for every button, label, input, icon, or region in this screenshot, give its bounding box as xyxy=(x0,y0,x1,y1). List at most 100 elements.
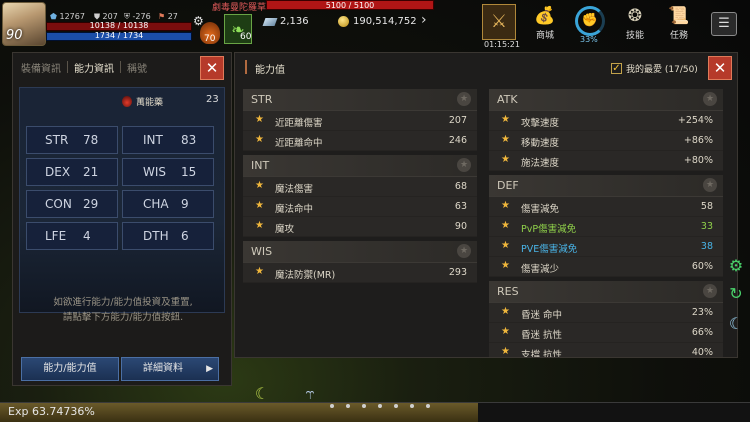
ap-stat: ⬟ 12767 xyxy=(50,12,85,21)
page-dot[interactable] xyxy=(346,404,350,408)
ability-value: +80% xyxy=(683,155,713,166)
elixir-count: 23 xyxy=(206,94,219,105)
section-header: RES ★ xyxy=(489,281,723,303)
stat-str: STR 78 xyxy=(26,126,118,154)
favorite-star-icon[interactable]: ★ xyxy=(501,220,510,231)
title-accent xyxy=(245,60,247,74)
page-dot[interactable] xyxy=(362,404,366,408)
ability-row: ★ PVE傷害減免 38 xyxy=(489,237,723,257)
ability-label: 傷害減免 xyxy=(521,204,560,215)
right-column: ATK ★ ★ 攻擊速度 +254% ★ 移動速度 +86% ★ 施法速度 +80% DEF ★ ★ 傷害減… xyxy=(489,89,723,357)
boss-hp-bar: 5100 / 5100 xyxy=(266,0,434,10)
section-title: ATK xyxy=(497,93,518,106)
favorite-star-icon[interactable]: ★ xyxy=(501,306,510,317)
page-dot[interactable] xyxy=(378,404,382,408)
favorite-star-icon[interactable]: ★ xyxy=(255,134,264,145)
coin-icon xyxy=(338,16,349,27)
favorites-toggle[interactable]: ✓ 我的最愛 (17/50) xyxy=(611,62,698,75)
ability-value: 246 xyxy=(448,135,467,146)
ability-value: 90 xyxy=(454,221,467,232)
favorite-star-icon[interactable]: ★ xyxy=(501,240,510,251)
favorite-star-icon[interactable]: ★ xyxy=(255,266,264,277)
crystal-icon xyxy=(262,17,278,26)
stat-lfe: LFE 4 xyxy=(26,222,118,250)
settings-side-icon[interactable]: ⚙ xyxy=(724,256,748,280)
section-header: STR ★ xyxy=(243,89,477,111)
shop-button[interactable]: 💰 商城 xyxy=(528,6,562,41)
ability-value: 293 xyxy=(448,267,467,278)
tab-ability[interactable]: 能力資訊 xyxy=(74,60,114,75)
page-dot[interactable] xyxy=(410,404,414,408)
ability-label: 移動速度 xyxy=(521,138,560,149)
ability-value: 33 xyxy=(700,221,713,232)
character-info-panel: 裝備資訊 能力資訊 稱號 ✕ 萬能藥 23 STR 78 INT 83 DEX 21 … xyxy=(12,52,232,386)
favorite-star-icon[interactable]: ★ xyxy=(501,346,510,357)
chevron-right-icon[interactable]: › xyxy=(421,12,427,28)
favorite-star-icon[interactable]: ★ xyxy=(501,260,510,271)
crystal-currency: 2,136 xyxy=(262,16,309,27)
stat-wis: WIS 15 xyxy=(122,158,214,186)
section-def: DEF ★ ★ 傷害減免 58 ★ PvP傷害減免 33 ★ PVE傷害減免 38 ★ 傷害減少 60% xyxy=(489,175,723,277)
loop-side-icon[interactable]: ↻ xyxy=(724,284,748,308)
buff-count: 60 xyxy=(240,32,252,42)
ability-row: ★ 施法速度 +80% xyxy=(489,151,723,171)
favorite-star-icon[interactable]: ★ xyxy=(501,200,510,211)
tab-title[interactable]: 稱號 xyxy=(127,60,147,75)
ability-row: ★ 近距離命中 246 xyxy=(243,131,477,151)
quest-button[interactable]: 📜 任務 xyxy=(662,6,696,41)
ability-label: 魔法命中 xyxy=(275,204,314,215)
page-dot[interactable] xyxy=(330,404,334,408)
favorite-star-icon[interactable]: ★ xyxy=(255,180,264,191)
ability-label: 昏迷 抗性 xyxy=(521,330,563,341)
tab-equipment[interactable]: 裝備資訊 xyxy=(21,60,61,75)
tab-divider xyxy=(120,61,121,73)
swirl-icon: ❂ xyxy=(627,6,643,26)
close-right-panel-button[interactable]: ✕ xyxy=(708,56,732,80)
left-column: STR ★ ★ 近距離傷害 207 ★ 近距離命中 246 INT ★ ★ 魔法傷害 68 ★ 魔法命中 63… xyxy=(243,89,477,287)
favorite-star-icon[interactable]: ★ xyxy=(255,200,264,211)
favorite-star-icon[interactable]: ★ xyxy=(501,114,510,125)
section-title: DEF xyxy=(497,179,519,192)
skills-button[interactable]: ❂ 技能 xyxy=(618,6,652,41)
star-toggle-icon[interactable]: ★ xyxy=(703,92,717,106)
section-str: STR ★ ★ 近距離傷害 207 ★ 近距離命中 246 xyxy=(243,89,477,151)
character-level: 90 xyxy=(6,28,23,43)
ability-button[interactable]: 能力/能力值 xyxy=(21,357,119,381)
moon-side-icon[interactable]: ☾ xyxy=(724,314,748,338)
ability-label: 傷害減少 xyxy=(521,264,560,275)
star-toggle-icon[interactable]: ★ xyxy=(457,244,471,258)
ability-row: ★ 昏迷 命中 23% xyxy=(489,303,723,323)
ability-row: ★ 傷害減少 60% xyxy=(489,257,723,277)
stat-cha: CHA 9 xyxy=(122,190,214,218)
star-toggle-icon[interactable]: ★ xyxy=(457,92,471,106)
ability-label: 近距離命中 xyxy=(275,138,323,149)
section-header: ATK ★ xyxy=(489,89,723,111)
page-dots xyxy=(330,404,430,408)
crossed-swords-icon[interactable]: ⚔ xyxy=(482,4,516,40)
elixir-icon xyxy=(122,96,132,107)
stats-box: 萬能藥 23 STR 78 INT 83 DEX 21 WIS 15 CON 29 CHA… xyxy=(19,87,225,313)
page-dot[interactable] xyxy=(426,404,430,408)
ability-value: 63 xyxy=(454,201,467,212)
page-dot[interactable] xyxy=(394,404,398,408)
favorite-star-icon[interactable]: ★ xyxy=(501,154,510,165)
gold-currency: 190,514,752 xyxy=(338,16,417,27)
event-timer: 01:15:21 xyxy=(484,40,520,49)
ability-label: 昏迷 命中 xyxy=(521,310,563,321)
fist-icon[interactable]: ✊ xyxy=(575,6,605,36)
star-toggle-icon[interactable]: ★ xyxy=(703,284,717,298)
ability-row: ★ 近距離傷害 207 xyxy=(243,111,477,131)
star-toggle-icon[interactable]: ★ xyxy=(457,158,471,172)
favorite-star-icon[interactable]: ★ xyxy=(501,326,510,337)
section-title: RES xyxy=(497,285,519,298)
checkbox-icon[interactable]: ✓ xyxy=(611,63,622,74)
favorite-star-icon[interactable]: ★ xyxy=(255,220,264,231)
detail-button[interactable]: 詳細資料 ▶ xyxy=(121,357,219,381)
ability-value: 68 xyxy=(454,181,467,192)
favorite-star-icon[interactable]: ★ xyxy=(255,114,264,125)
star-toggle-icon[interactable]: ★ xyxy=(703,178,717,192)
hamburger-menu-icon[interactable]: ☰ xyxy=(711,12,737,36)
favorite-star-icon[interactable]: ★ xyxy=(501,134,510,145)
close-left-panel-button[interactable]: ✕ xyxy=(200,56,224,80)
ability-label: 魔攻 xyxy=(275,224,295,235)
